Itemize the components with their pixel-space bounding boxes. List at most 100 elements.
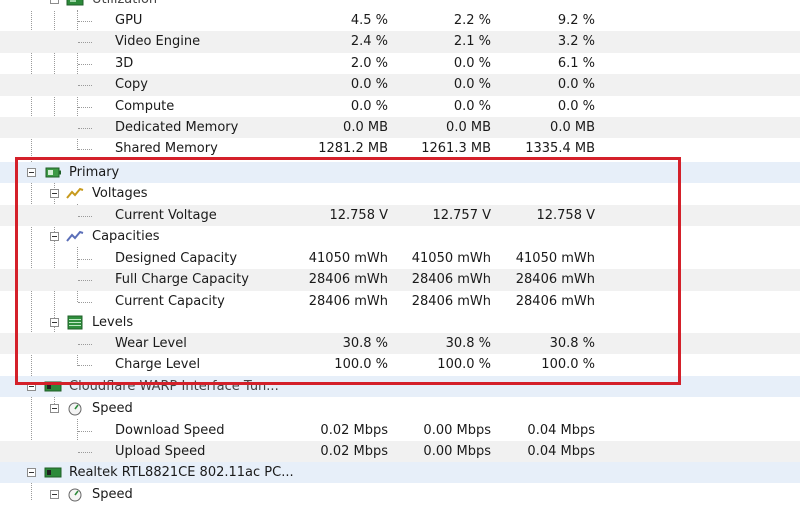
sensor-min: 1261.3 MB [421, 141, 491, 157]
speedometer-icon [68, 402, 82, 416]
levels-icon [67, 315, 83, 330]
group-speed[interactable]: Speed [0, 484, 800, 505]
sensor-value: 0.02 Mbps [320, 423, 388, 438]
sensor-max: 100.0 % [541, 357, 595, 373]
group-label: Levels [92, 315, 134, 330]
sensor-max: 30.8 % [549, 336, 595, 351]
tree-guide-line [78, 128, 92, 129]
sensor-value: 4.5 % [350, 13, 388, 28]
sensor-value: 12.758 V [329, 208, 388, 223]
sensor-label: Full Charge Capacity [115, 272, 249, 288]
sensor-max: 9.2 % [557, 13, 595, 28]
group-voltages[interactable]: Voltages [0, 183, 800, 204]
tree-guide-line [78, 63, 92, 65]
sensor-max: 41050 mWh [515, 251, 595, 266]
sensor-min: 0.00 Mbps [423, 423, 491, 438]
tree-guide-line [78, 280, 92, 282]
sensor-value: 0.02 Mbps [320, 444, 388, 460]
tree-guide-line [78, 85, 92, 87]
collapse-toggle[interactable] [50, 318, 59, 327]
sensor-value: 100.0 % [334, 357, 388, 373]
group-capacities[interactable]: Capacities [0, 226, 800, 247]
sensor-label: Current Voltage [115, 208, 217, 223]
collapse-toggle[interactable] [27, 382, 36, 391]
sensor-value: 30.8 % [342, 336, 388, 351]
group-levels[interactable]: Levels [0, 312, 800, 333]
sensor-label: Copy [115, 77, 148, 93]
sensor-max: 6.1 % [557, 55, 595, 71]
sensor-row[interactable]: Video Engine 2.4 % 2.1 % 3.2 % [0, 31, 800, 53]
sensor-label: Current Capacity [115, 293, 225, 309]
sensor-min: 12.757 V [432, 208, 491, 223]
sensor-row[interactable]: Upload Speed 0.02 Mbps 0.00 Mbps 0.04 Mbps [0, 441, 800, 463]
group-label: Primary [69, 165, 120, 180]
sensor-min: 0.0 % [453, 77, 491, 93]
sensor-value: 2.0 % [350, 55, 388, 71]
sensor-max: 0.04 Mbps [527, 423, 595, 438]
sensor-row[interactable]: Compute 0.0 % 0.0 % 0.0 % [0, 96, 800, 117]
group-speed[interactable]: Speed [0, 398, 800, 419]
sensor-min: 2.1 % [453, 34, 491, 50]
sensor-row[interactable]: Download Speed 0.02 Mbps 0.00 Mbps 0.04 Mbp… [0, 420, 800, 441]
network-adapter-icon [44, 381, 62, 392]
group-label: Capacities [92, 229, 160, 244]
sensor-label: Upload Speed [115, 444, 206, 460]
group-label: Utilization [92, 0, 157, 10]
network-adapter-icon [44, 467, 62, 478]
group-label: Speed [92, 487, 133, 502]
sensor-value: 28406 mWh [308, 293, 388, 309]
sensor-min: 0.0 % [453, 55, 491, 71]
collapse-toggle[interactable] [50, 232, 59, 241]
sensor-row[interactable]: Full Charge Capacity 28406 mWh 28406 mWh 28… [0, 269, 800, 291]
collapse-toggle[interactable] [50, 0, 59, 4]
sensor-row[interactable]: 3D 2.0 % 0.0 % 6.1 % [0, 53, 800, 74]
sensor-value: 0.0 MB [343, 120, 388, 135]
sensor-row[interactable]: Copy 0.0 % 0.0 % 0.0 % [0, 74, 800, 96]
group-utilization[interactable]: Utilization [0, 0, 800, 11]
sensor-max: 0.0 % [557, 77, 595, 93]
sensor-min: 28406 mWh [411, 293, 491, 309]
sensor-max: 1335.4 MB [525, 141, 595, 157]
sensor-row[interactable]: Wear Level 30.8 % 30.8 % 30.8 % [0, 333, 800, 355]
group-network-adapter[interactable]: Cloudflare WARP Interface Tun... [0, 376, 800, 398]
sensor-value: 0.0 % [350, 98, 388, 114]
battery-icon [45, 167, 61, 178]
sensor-row[interactable]: Charge Level 100.0 % 100.0 % 100.0 % [0, 354, 800, 375]
sensor-max: 12.758 V [536, 208, 595, 223]
sensor-label: GPU [115, 13, 143, 28]
sensor-min: 100.0 % [437, 357, 491, 373]
sensor-min: 0.0 % [453, 98, 491, 114]
sensor-row[interactable]: Current Voltage 12.758 V 12.757 V 12.758 V [0, 205, 800, 227]
collapse-toggle[interactable] [27, 168, 36, 177]
group-network-adapter[interactable]: Realtek RTL8821CE 802.11ac PC... [0, 462, 800, 484]
sensor-value: 2.4 % [350, 34, 388, 50]
sensor-min: 0.0 MB [446, 120, 491, 135]
sensor-value: 41050 mWh [308, 251, 388, 266]
sensor-label: Charge Level [115, 357, 201, 373]
sensor-max: 0.0 % [557, 98, 595, 114]
sensor-value: 28406 mWh [308, 272, 388, 288]
sensor-row[interactable]: Shared Memory 1281.2 MB 1261.3 MB 1335.4 MB [0, 138, 800, 159]
sensor-label: Download Speed [115, 423, 225, 438]
capacity-icon [66, 230, 84, 242]
sensor-row[interactable]: Dedicated Memory 0.0 MB 0.0 MB 0.0 MB [0, 117, 800, 139]
sensor-max: 0.0 MB [550, 120, 595, 135]
group-primary[interactable]: Primary [0, 162, 800, 184]
tree-guide-line [78, 149, 92, 151]
collapse-toggle[interactable] [27, 468, 36, 477]
sensor-min: 2.2 % [453, 13, 491, 28]
collapse-toggle[interactable] [50, 490, 59, 499]
tree-guide-line [78, 42, 92, 44]
sensor-label: Wear Level [115, 336, 187, 351]
sensor-min: 0.00 Mbps [423, 444, 491, 460]
sensor-row[interactable]: Current Capacity 28406 mWh 28406 mWh 28406 … [0, 291, 800, 312]
sensor-row[interactable]: Designed Capacity 41050 mWh 41050 mWh 41050… [0, 248, 800, 269]
tree-guide-line [78, 301, 92, 303]
collapse-toggle[interactable] [50, 189, 59, 198]
sensor-max: 28406 mWh [515, 293, 595, 309]
group-label: Cloudflare WARP Interface Tun... [69, 379, 279, 394]
collapse-toggle[interactable] [50, 404, 59, 413]
sensor-label: Shared Memory [115, 141, 218, 157]
sensor-label: Compute [115, 98, 175, 114]
sensor-row[interactable]: GPU 4.5 % 2.2 % 9.2 % [0, 10, 800, 31]
